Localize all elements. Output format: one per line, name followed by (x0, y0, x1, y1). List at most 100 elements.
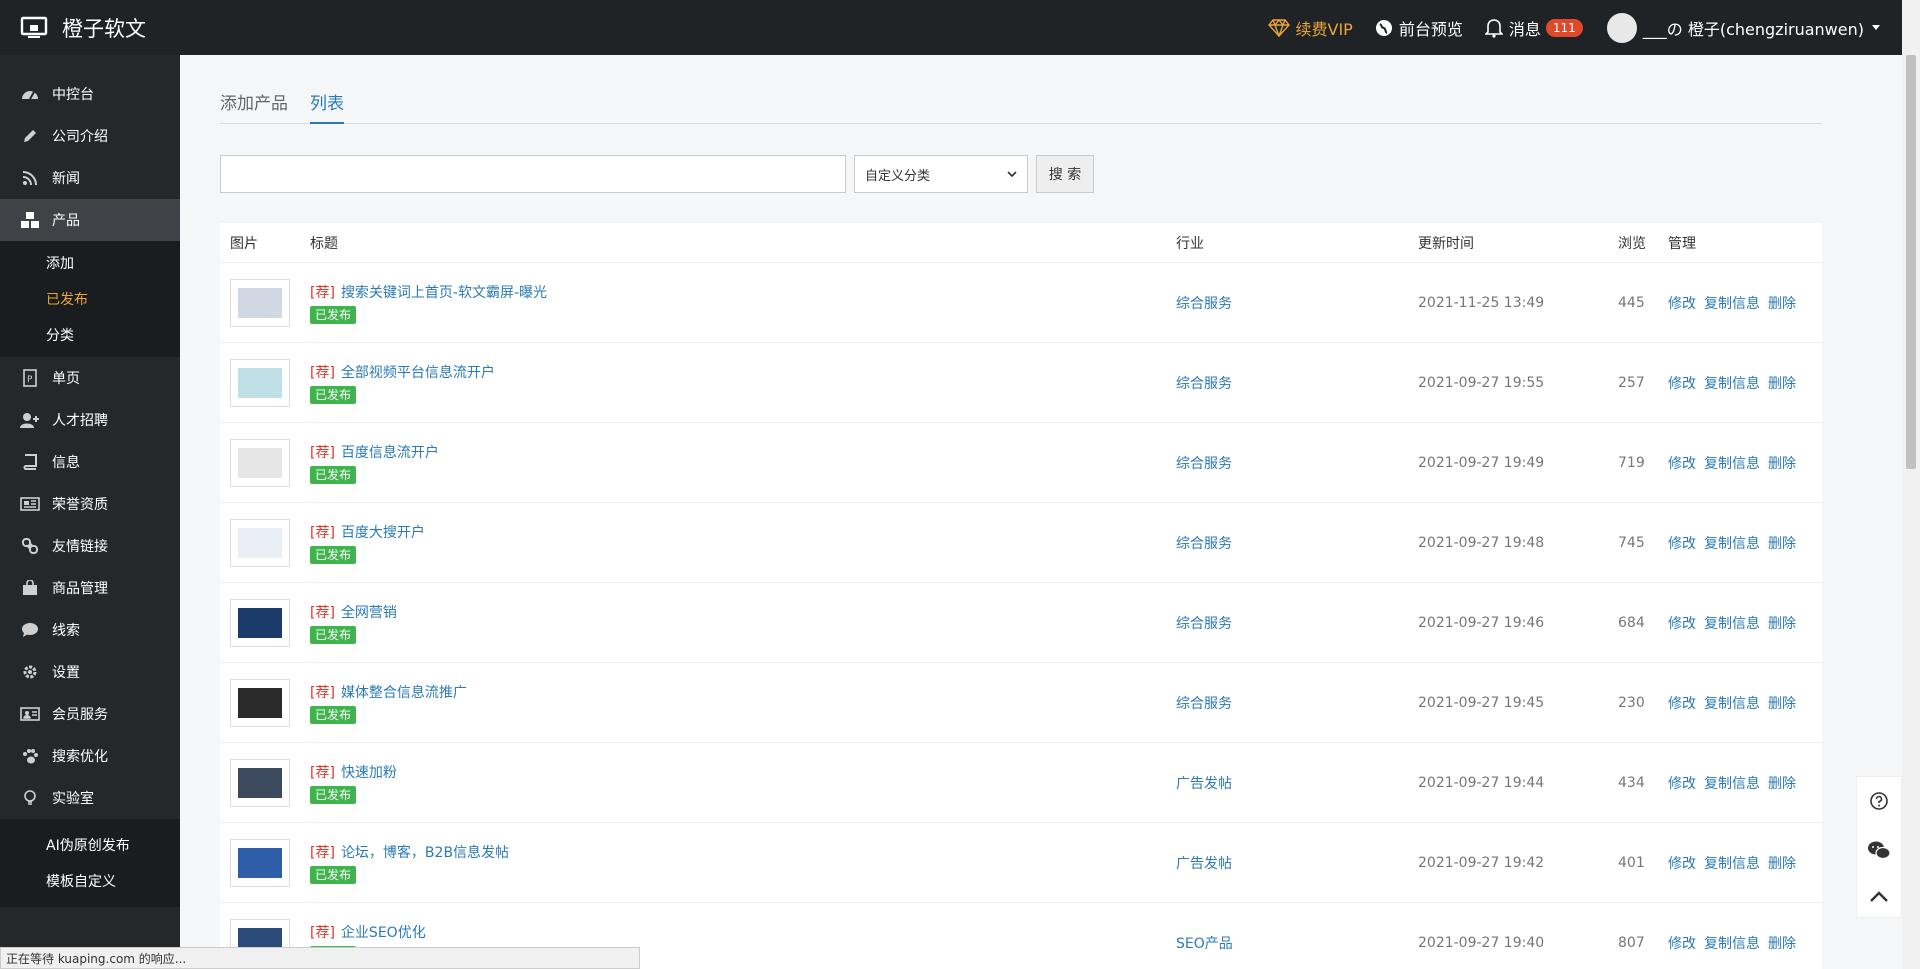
sidebar-item-label: 搜索优化 (52, 749, 108, 765)
recommend-tag: [荐] (310, 284, 335, 301)
message-count-badge: 111 (1545, 18, 1583, 37)
copy-info-link[interactable]: 复制信息 (1704, 933, 1760, 953)
delete-link[interactable]: 删除 (1768, 533, 1796, 553)
delete-link[interactable]: 删除 (1768, 373, 1796, 393)
copy-info-link[interactable]: 复制信息 (1704, 613, 1760, 633)
sidebar-item-product[interactable]: 产品 (0, 199, 180, 241)
sidebar-item-leads[interactable]: 线索 (0, 609, 180, 651)
submenu-category[interactable]: 分类 (0, 317, 180, 353)
industry-link[interactable]: 广告发帖 (1176, 773, 1418, 793)
product-thumbnail[interactable] (230, 838, 290, 887)
user-name: ___の 橙子(chengziruanwen) (1642, 19, 1864, 39)
product-table: 图片 标题 行业 更新时间 浏览 管理 [荐] 搜索关键词上首页-软文霸屏-曝光… (220, 223, 1822, 969)
manage-actions: 修改 复制信息 删除 (1668, 293, 1822, 313)
copy-info-link[interactable]: 复制信息 (1704, 373, 1760, 393)
search-input[interactable] (220, 155, 846, 193)
back-to-top-icon[interactable] (1869, 889, 1889, 903)
edit-link[interactable]: 修改 (1668, 693, 1696, 713)
product-title-link[interactable]: 媒体整合信息流推广 (341, 682, 467, 702)
copy-info-link[interactable]: 复制信息 (1704, 693, 1760, 713)
edit-link[interactable]: 修改 (1668, 533, 1696, 553)
copy-info-link[interactable]: 复制信息 (1704, 453, 1760, 473)
industry-link[interactable]: 广告发帖 (1176, 853, 1418, 873)
table-row: [荐] 媒体整合信息流推广 已发布 综合服务 2021-09-27 19:45 … (220, 663, 1822, 743)
sidebar-item-lab[interactable]: 实验室 (0, 777, 180, 819)
sidebar-item-honor[interactable]: 荣誉资质 (0, 483, 180, 525)
industry-link[interactable]: 综合服务 (1176, 373, 1418, 393)
copy-info-link[interactable]: 复制信息 (1704, 773, 1760, 793)
user-menu[interactable]: ___の 橙子(chengziruanwen) (1606, 12, 1880, 43)
delete-link[interactable]: 删除 (1768, 773, 1796, 793)
edit-link[interactable]: 修改 (1668, 453, 1696, 473)
product-title-link[interactable]: 全部视频平台信息流开户 (341, 362, 495, 382)
product-thumbnail[interactable] (230, 278, 290, 327)
industry-link[interactable]: 综合服务 (1176, 613, 1418, 633)
industry-link[interactable]: 综合服务 (1176, 453, 1418, 473)
sidebar-item-member[interactable]: 会员服务 (0, 693, 180, 735)
product-thumbnail[interactable] (230, 758, 290, 807)
brand[interactable]: 橙子软文 (0, 13, 180, 43)
submenu-add[interactable]: 添加 (0, 245, 180, 281)
copy-info-link[interactable]: 复制信息 (1704, 293, 1760, 313)
product-thumbnail[interactable] (230, 678, 290, 727)
edit-link[interactable]: 修改 (1668, 373, 1696, 393)
dashboard-icon (20, 84, 40, 104)
help-icon[interactable] (1869, 791, 1889, 811)
sidebar-item-goods[interactable]: 商品管理 (0, 567, 180, 609)
delete-link[interactable]: 删除 (1768, 853, 1796, 873)
industry-link[interactable]: 综合服务 (1176, 293, 1418, 313)
sidebar-item-settings[interactable]: 设置 (0, 651, 180, 693)
title-cell: [荐] 百度信息流开户 已发布 (310, 442, 1176, 484)
product-title-link[interactable]: 快速加粉 (341, 762, 397, 782)
sidebar-item-company[interactable]: 公司介绍 (0, 115, 180, 157)
frontend-preview-link[interactable]: 前台预览 (1375, 16, 1463, 40)
product-title-link[interactable]: 百度大搜开户 (341, 522, 425, 542)
copy-info-link[interactable]: 复制信息 (1704, 533, 1760, 553)
wechat-icon[interactable] (1867, 840, 1891, 860)
manage-actions: 修改 复制信息 删除 (1668, 373, 1822, 393)
industry-link[interactable]: 综合服务 (1176, 693, 1418, 713)
sidebar-item-info[interactable]: 信息 (0, 441, 180, 483)
submenu-published[interactable]: 已发布 (0, 281, 180, 317)
tab-add-product[interactable]: 添加产品 (220, 89, 288, 124)
delete-link[interactable]: 删除 (1768, 293, 1796, 313)
copy-info-link[interactable]: 复制信息 (1704, 853, 1760, 873)
delete-link[interactable]: 删除 (1768, 693, 1796, 713)
header-image: 图片 (230, 235, 258, 252)
page-scrollbar[interactable] (1902, 0, 1920, 969)
recommend-tag: [荐] (310, 684, 335, 701)
category-select[interactable]: 自定义分类 (854, 155, 1028, 193)
sidebar-item-dashboard[interactable]: 中控台 (0, 73, 180, 115)
industry-link[interactable]: 综合服务 (1176, 533, 1418, 553)
product-thumbnail[interactable] (230, 358, 290, 407)
delete-link[interactable]: 删除 (1768, 613, 1796, 633)
submenu-template-custom[interactable]: 模板自定义 (0, 863, 180, 899)
sidebar-item-seo[interactable]: 搜索优化 (0, 735, 180, 777)
tab-list[interactable]: 列表 (310, 89, 344, 124)
edit-link[interactable]: 修改 (1668, 853, 1696, 873)
delete-link[interactable]: 删除 (1768, 453, 1796, 473)
product-title-link[interactable]: 搜索关键词上首页-软文霸屏-曝光 (341, 282, 547, 302)
delete-link[interactable]: 删除 (1768, 933, 1796, 953)
sidebar-item-news[interactable]: 新闻 (0, 157, 180, 199)
scrollbar-thumb[interactable] (1906, 55, 1916, 469)
product-title-link[interactable]: 百度信息流开户 (341, 442, 439, 462)
edit-link[interactable]: 修改 (1668, 773, 1696, 793)
renew-vip-link[interactable]: 续费VIP (1267, 16, 1353, 40)
search-button[interactable]: 搜 索 (1036, 155, 1094, 193)
product-thumbnail[interactable] (230, 518, 290, 567)
sidebar-item-page[interactable]: P 单页 (0, 357, 180, 399)
sidebar-item-recruit[interactable]: 人才招聘 (0, 399, 180, 441)
messages-link[interactable]: 消息 111 (1484, 16, 1583, 40)
submenu-ai-rewrite[interactable]: AI伪原创发布 (0, 827, 180, 863)
industry-link[interactable]: SEO产品 (1176, 933, 1418, 953)
edit-link[interactable]: 修改 (1668, 933, 1696, 953)
product-title-link[interactable]: 企业SEO优化 (341, 922, 426, 942)
product-title-link[interactable]: 全网营销 (341, 602, 397, 622)
edit-link[interactable]: 修改 (1668, 613, 1696, 633)
edit-link[interactable]: 修改 (1668, 293, 1696, 313)
product-thumbnail[interactable] (230, 598, 290, 647)
product-thumbnail[interactable] (230, 438, 290, 487)
sidebar-item-links[interactable]: 友情链接 (0, 525, 180, 567)
product-title-link[interactable]: 论坛，博客，B2B信息发帖 (341, 842, 509, 862)
